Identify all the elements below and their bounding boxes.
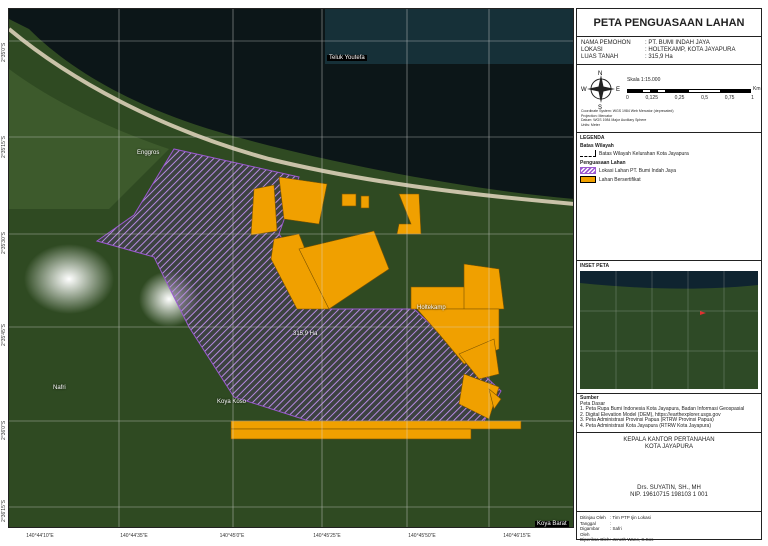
info-block: NAMA PEMOHON : PT. BUMI INDAH JAYA LOKASI…	[577, 37, 761, 65]
parcel-symbol	[580, 176, 596, 183]
label-holtekamp: Holtekamp	[417, 305, 446, 311]
certified-parcel[interactable]	[360, 195, 370, 209]
label-nafri: Nafri	[53, 385, 66, 391]
cloud	[24, 244, 114, 314]
info-key: LOKASI	[581, 47, 603, 53]
satellite-map[interactable]: Teluk Youtefa Enggros Holtekamp 315,9 Ha…	[8, 8, 574, 528]
boundary-symbol	[580, 150, 596, 157]
certified-parcel[interactable]	[341, 193, 357, 207]
label-koya-koso: Koya Koso	[217, 399, 247, 405]
legend-group: Penguasaan Lahan	[580, 160, 626, 166]
info-value: : 315,9 Ha	[645, 54, 673, 60]
legend-panel: PETA PENGUASAAN LAHAN NAMA PEMOHON : PT. …	[576, 8, 762, 542]
scale-text: Skala 1:15.000	[627, 77, 661, 83]
compass-n: N	[598, 71, 602, 77]
y-tick: 2°35'45"S	[1, 324, 7, 346]
legend-title: LEGENDA	[580, 135, 605, 141]
crs-info: Coordinate System: WGS 1984 Web Mercator…	[581, 109, 674, 127]
label-enggros: Enggros	[137, 150, 160, 156]
info-value: : HOLTEKAMP, KOTA JAYAPURA	[645, 47, 736, 53]
signatory-name: Drs. SUYATIN, SH., MH	[637, 485, 701, 491]
label-bay: Teluk Youtefa	[327, 55, 367, 61]
scale-ticks: 0 0,125 0,25 0,5 0,75 1	[626, 95, 754, 101]
certified-parcel[interactable]	[230, 420, 522, 430]
legend: LEGENDA Batas Wilayah Batas Wilayah Kelu…	[577, 133, 761, 261]
y-tick: 2°35'0"S	[1, 42, 7, 62]
scale-block: N S W E Skala 1:15.000 Km 0 0,125 0,25 0,5 0…	[577, 65, 761, 133]
x-tick: 140°44'35"E	[120, 533, 148, 539]
info-key: NAMA PEMOHON	[581, 40, 631, 46]
credits: Ditinjau Oleh: Tim PTP Ijin Lokasi Tangg…	[580, 515, 654, 542]
info-value: : PT. BUMI INDAH JAYA	[645, 40, 710, 46]
legend-group: Batas Wilayah	[580, 143, 614, 149]
legend-item: Batas Wilayah Kelurahan Kota Jayapura	[599, 150, 689, 157]
y-tick: 2°36'15"S	[1, 500, 7, 522]
x-tick: 140°45'50"E	[408, 533, 436, 539]
x-tick: 140°45'0"E	[219, 533, 245, 539]
inset-title: INSET PETA	[580, 263, 610, 269]
certified-parcel[interactable]	[230, 428, 472, 440]
scale-bar	[627, 89, 751, 93]
inset-map: INSET PETA	[577, 261, 761, 394]
y-tick: 2°35'15"S	[1, 136, 7, 158]
claim-symbol	[580, 167, 596, 174]
signatory-nip: NIP. 19610715 198103 1 001	[630, 492, 708, 498]
map-title: PETA PENGUASAAN LAHAN	[577, 9, 761, 37]
compass-icon: N S W E	[581, 71, 620, 109]
certified-parcel[interactable]	[250, 184, 278, 236]
sources: Sumber Peta Dasar 1. Peta Rupa Bumi Indon…	[577, 394, 761, 433]
scale-unit: Km	[753, 86, 761, 92]
y-tick: 2°35'30"S	[1, 232, 7, 254]
x-tick: 140°45'25"E	[313, 533, 341, 539]
map-canvas	[9, 9, 573, 527]
x-tick: 140°46'15"E	[503, 533, 531, 539]
label-area: 315,9 Ha	[293, 331, 318, 337]
signature-block: KEPALA KANTOR PERTANAHAN KOTA JAYAPURA Dr…	[577, 437, 761, 512]
certified-parcel[interactable]	[278, 176, 328, 225]
inset-canvas	[580, 271, 758, 389]
compass-w: W	[581, 87, 587, 93]
legend-item: Lahan Bersertifikat	[599, 176, 641, 183]
y-tick: 2°36'0"S	[1, 420, 7, 440]
x-tick: 140°44'10"E	[26, 533, 54, 539]
label-koya-barat: Koya Barat	[535, 521, 569, 527]
compass-e: E	[616, 87, 620, 93]
certified-parcel[interactable]	[463, 263, 505, 310]
legend-item: Lokasi Lahan PT. Bumi Indah Jaya	[599, 167, 676, 174]
info-key: LUAS TANAH	[581, 54, 619, 60]
